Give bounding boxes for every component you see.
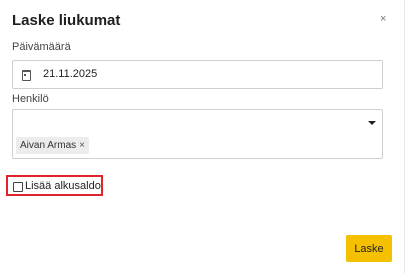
dialog-title: Laske liukumat — [12, 12, 121, 29]
calendar-icon[interactable] — [22, 70, 31, 81]
remove-chip-icon[interactable]: × — [79, 140, 85, 151]
person-select[interactable]: Aivan Armas × — [12, 109, 383, 159]
date-value: 21.11.2025 — [43, 68, 98, 80]
person-chip: Aivan Armas × — [16, 137, 89, 154]
date-field[interactable]: 21.11.2025 — [12, 60, 383, 89]
dropdown-caret-icon[interactable] — [368, 121, 376, 125]
date-label: Päivämäärä — [12, 41, 71, 53]
calculate-button[interactable]: Laske — [346, 235, 392, 262]
dialog: Laske liukumat × Päivämäärä 21.11.2025 H… — [0, 0, 405, 273]
opening-balance-highlight: Lisää alkusaldo — [6, 175, 103, 196]
person-label: Henkilö — [12, 93, 49, 105]
opening-balance-checkbox[interactable] — [13, 182, 23, 192]
close-icon[interactable]: × — [380, 13, 386, 25]
person-chip-label: Aivan Armas — [20, 140, 77, 151]
opening-balance-label[interactable]: Lisää alkusaldo — [25, 180, 101, 192]
